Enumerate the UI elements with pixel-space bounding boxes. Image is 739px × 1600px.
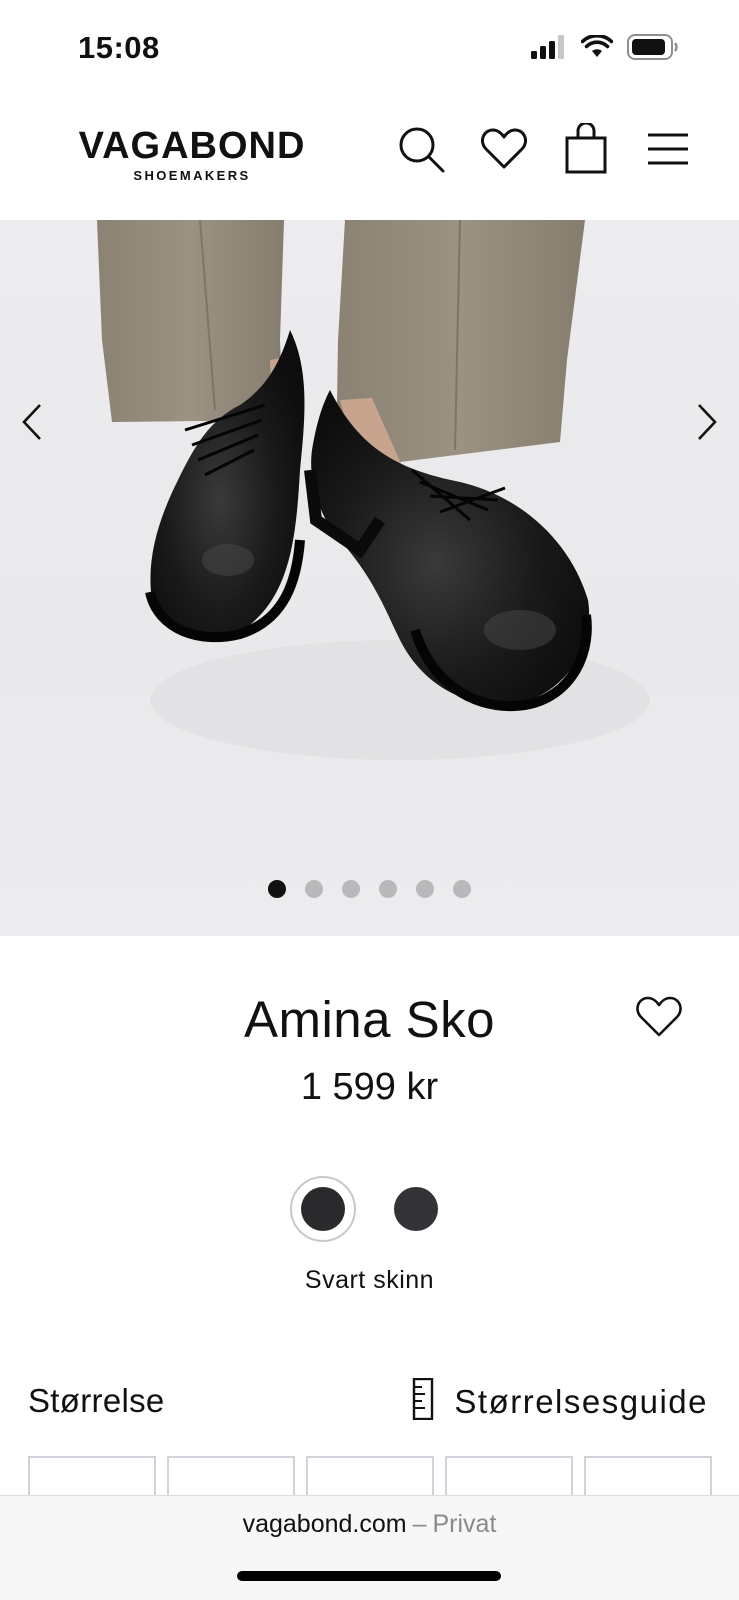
header-actions <box>397 121 693 180</box>
menu-icon <box>647 132 689 171</box>
size-guide-label: Størrelsesguide <box>454 1382 708 1420</box>
size-option[interactable] <box>584 1456 712 1496</box>
gallery-dot[interactable] <box>416 880 434 898</box>
status-bar: 15:08 <box>0 0 739 98</box>
menu-button[interactable] <box>643 124 693 178</box>
cellular-signal-icon <box>531 35 567 64</box>
gallery-dot[interactable] <box>379 880 397 898</box>
cart-button[interactable] <box>561 121 611 180</box>
gallery-pagination <box>0 880 739 898</box>
size-option[interactable] <box>28 1456 156 1496</box>
gallery-dot[interactable] <box>268 880 286 898</box>
wishlist-header-button[interactable] <box>479 124 529 178</box>
gallery-dot[interactable] <box>342 880 360 898</box>
color-swatch-2[interactable] <box>394 1187 438 1231</box>
size-option[interactable] <box>306 1456 434 1496</box>
url-display: vagabond.com – Privat <box>0 1510 739 1539</box>
browsing-mode-label: Privat <box>432 1510 497 1538</box>
wifi-icon <box>580 33 614 64</box>
chevron-left-icon <box>20 402 44 447</box>
color-swatch-1 <box>301 1187 345 1231</box>
ruler-icon <box>412 1377 434 1425</box>
browser-address-bar[interactable]: vagabond.com – Privat <box>0 1495 739 1600</box>
size-section-header: Størrelse Størrelsesguide <box>28 1377 708 1428</box>
color-swatch-selected[interactable] <box>290 1176 356 1242</box>
search-icon <box>397 124 447 179</box>
brand-subtitle: SHOEMAKERS <box>133 168 251 183</box>
brand-logo[interactable]: VAGABOND SHOEMAKERS <box>36 126 348 183</box>
add-to-wishlist-button[interactable] <box>634 994 684 1044</box>
site-header: VAGABOND SHOEMAKERS <box>0 98 739 220</box>
product-image-gallery[interactable] <box>0 220 739 936</box>
gallery-next-button[interactable] <box>687 396 727 452</box>
url-separator: – <box>412 1510 427 1538</box>
color-swatches <box>0 1176 739 1246</box>
gallery-dot[interactable] <box>453 880 471 898</box>
heart-icon <box>635 995 683 1044</box>
size-option[interactable] <box>445 1456 573 1496</box>
size-guide-link[interactable]: Størrelsesguide <box>412 1377 708 1425</box>
gallery-prev-button[interactable] <box>12 396 52 452</box>
search-button[interactable] <box>397 124 447 178</box>
shopping-bag-icon <box>564 121 608 180</box>
product-photo <box>97 220 650 760</box>
size-heading: Størrelse <box>28 1382 165 1419</box>
url-domain: vagabond.com <box>242 1510 407 1538</box>
status-icons <box>531 33 679 65</box>
selected-color-label: Svart skinn <box>304 1266 435 1294</box>
battery-icon <box>627 34 679 65</box>
gallery-dot[interactable] <box>305 880 323 898</box>
product-price: 1 599 kr <box>300 1066 439 1108</box>
size-options <box>28 1456 712 1496</box>
size-option[interactable] <box>167 1456 295 1496</box>
product-title: Amina Sko <box>243 991 496 1048</box>
home-indicator[interactable] <box>237 1571 501 1581</box>
brand-name: VAGABOND <box>78 125 306 167</box>
chevron-right-icon <box>695 402 719 447</box>
status-time: 15:08 <box>78 30 160 65</box>
heart-icon <box>480 127 528 176</box>
